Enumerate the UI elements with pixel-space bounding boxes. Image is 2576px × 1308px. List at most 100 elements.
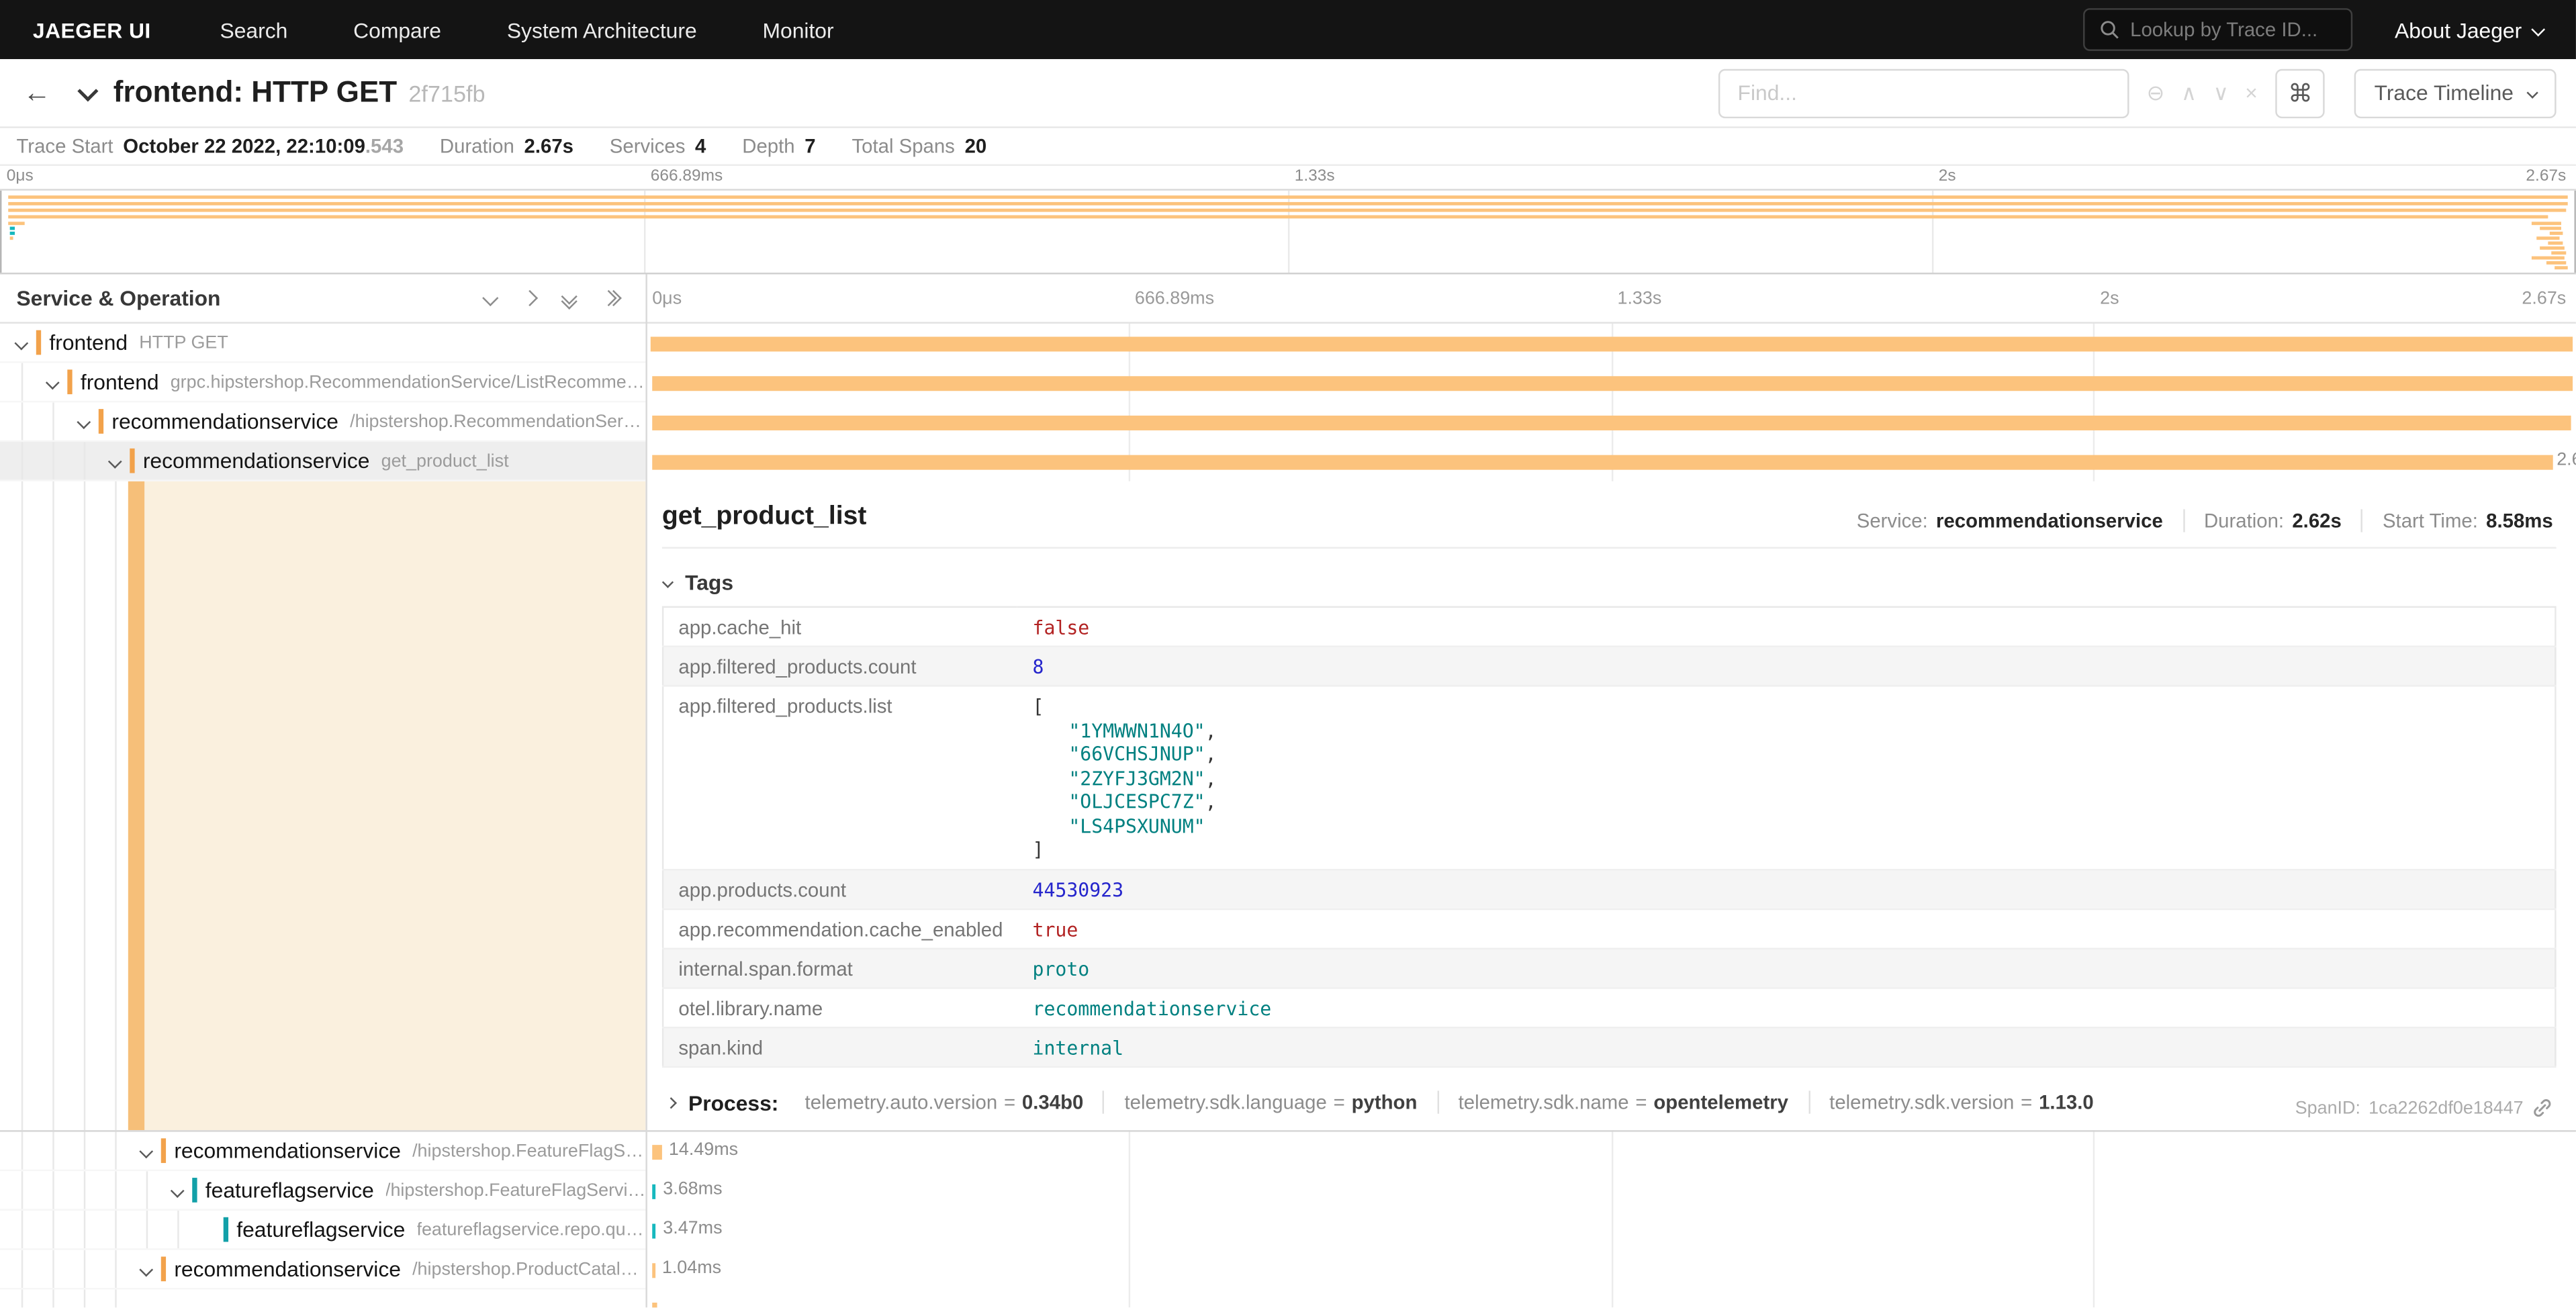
- span-collapse-chevron[interactable]: [69, 416, 99, 426]
- nav-item-search[interactable]: Search: [187, 17, 321, 42]
- span-name-cell[interactable]: featureflagservice /hipstershop.FeatureF…: [0, 1171, 645, 1211]
- span-track[interactable]: 3.68ms: [645, 1171, 2576, 1211]
- span-row-frontend-grpc: frontend grpc.hipstershop.Recommendation…: [0, 363, 2576, 403]
- span-duration-bar[interactable]: [652, 1303, 658, 1307]
- span-duration-bar[interactable]: [652, 1145, 663, 1160]
- nav-item-system-architecture[interactable]: System Architecture: [474, 17, 730, 42]
- tag-value: 8: [1018, 647, 2556, 686]
- span-track[interactable]: [645, 1289, 2576, 1307]
- span-track[interactable]: [645, 363, 2576, 403]
- span-name-cell[interactable]: frontend HTTP GET: [0, 324, 645, 363]
- span-name-cell[interactable]: [0, 1289, 645, 1307]
- tree-indent-guide: [7, 402, 38, 440]
- process-section-toggle[interactable]: Process: telemetry.auto.version=0.34b0 t…: [662, 1090, 2557, 1115]
- span-detail-panel: get_product_list Service:recommendations…: [645, 481, 2576, 1130]
- collapse-header-chevron-icon[interactable]: [77, 81, 98, 101]
- tree-indent-guide: [7, 1250, 38, 1288]
- span-row-get-product-list: recommendationservice get_product_list 2…: [0, 442, 2576, 481]
- find-prev-icon[interactable]: ∧: [2181, 80, 2197, 106]
- minimap-span-bar: [2551, 251, 2565, 254]
- chevron-down-icon: [46, 375, 60, 389]
- collapse-all-button[interactable]: [563, 290, 575, 306]
- span-name-cell[interactable]: recommendationservice get_product_list: [0, 442, 645, 481]
- column-divider[interactable]: [645, 275, 647, 1308]
- process-kv: telemetry.auto.version=0.34b0: [785, 1090, 1103, 1113]
- tree-indent-guide: [38, 1211, 68, 1248]
- summary-trace-start: Trace StartOctober 22 2022, 22:10:09.543: [16, 135, 404, 158]
- expand-all-button[interactable]: [603, 292, 619, 303]
- span-track[interactable]: [645, 402, 2576, 442]
- span-duration-bar[interactable]: [652, 1224, 655, 1239]
- span-duration-bar[interactable]: [651, 416, 2571, 430]
- nav-item-monitor[interactable]: Monitor: [730, 17, 867, 42]
- trace-view-selector[interactable]: Trace Timeline: [2354, 68, 2556, 118]
- selected-span-highlight: [144, 481, 645, 1130]
- minimap-span-bar: [2540, 227, 2561, 230]
- span-service-name: recommendationservice: [130, 449, 369, 473]
- span-name-cell[interactable]: recommendationservice /hipstershop.Produ…: [0, 1250, 645, 1290]
- find-next-icon[interactable]: ∨: [2213, 80, 2229, 106]
- tree-indent-guide: [100, 1211, 131, 1248]
- tag-key: app.products.count: [663, 869, 1017, 908]
- trace-id-short: 2f715fb: [408, 80, 485, 106]
- span-name-cell[interactable]: frontend grpc.hipstershop.Recommendation…: [0, 363, 645, 403]
- span-track[interactable]: 2.62s: [645, 442, 2576, 481]
- span-collapse-chevron[interactable]: [132, 1146, 161, 1156]
- minimap-span-bar: [10, 227, 15, 230]
- about-jaeger-menu[interactable]: About Jaeger: [2395, 17, 2543, 42]
- span-service-name: recommendationservice: [161, 1256, 401, 1281]
- span-detail-header: get_product_list Service:recommendations…: [662, 503, 2557, 549]
- tag-row: app.products.count 44530923: [663, 869, 2555, 908]
- back-button[interactable]: ←: [23, 77, 51, 109]
- span-collapse-chevron[interactable]: [7, 338, 36, 348]
- minimap-span-bar: [2546, 261, 2566, 265]
- tree-indent-guide: [7, 1171, 38, 1209]
- span-service-name: recommendationservice: [161, 1138, 401, 1163]
- tag-value: 44530923: [1018, 869, 2556, 908]
- tree-indent-guide: [84, 481, 85, 1130]
- span-operation-name: featureflagservice.repo.query:fe…: [416, 1219, 645, 1239]
- deep-link-icon[interactable]: [2532, 1097, 2553, 1119]
- trace-lookup[interactable]: [2082, 8, 2352, 51]
- span-name-cell[interactable]: recommendationservice /hipstershop.Recom…: [0, 402, 645, 442]
- span-track[interactable]: 1.04ms: [645, 1250, 2576, 1290]
- span-track[interactable]: 14.49ms: [645, 1132, 2576, 1172]
- collapse-one-button[interactable]: [485, 292, 496, 303]
- minimap-range-handle-left[interactable]: [0, 191, 1, 273]
- span-duration-bar[interactable]: [652, 455, 2553, 470]
- span-duration-bar[interactable]: [651, 376, 2573, 391]
- find-clear-icon[interactable]: ×: [2245, 81, 2258, 105]
- tree-indent-guide: [163, 1211, 193, 1248]
- span-track[interactable]: [645, 324, 2576, 363]
- nav-item-compare[interactable]: Compare: [320, 17, 474, 42]
- span-name-cell[interactable]: recommendationservice /hipstershop.Featu…: [0, 1132, 645, 1172]
- expand-one-button[interactable]: [524, 292, 535, 303]
- span-duration-bar[interactable]: [651, 337, 2573, 352]
- span-collapse-chevron[interactable]: [38, 377, 67, 387]
- json-list-item: "LS4PSXUNUM": [1033, 814, 2540, 837]
- tree-indent-guide: [132, 1171, 163, 1209]
- span-name-cell[interactable]: featureflagservice featureflagservice.re…: [0, 1211, 645, 1250]
- span-operation-name: get_product_list: [381, 451, 509, 471]
- span-track[interactable]: 3.47ms: [645, 1211, 2576, 1250]
- tree-indent-guide: [7, 442, 38, 479]
- minimap-canvas[interactable]: [0, 189, 2576, 274]
- service-operation-header: Service & Operation: [0, 275, 645, 322]
- span-collapse-chevron[interactable]: [100, 456, 130, 466]
- span-collapse-chevron[interactable]: [132, 1264, 161, 1274]
- span-duration-bar[interactable]: [652, 1184, 656, 1199]
- find-results-icon[interactable]: ⊖: [2147, 80, 2165, 106]
- tag-key: app.filtered_products.list: [663, 686, 1017, 869]
- find-input[interactable]: [1718, 68, 2129, 118]
- tag-value: internal: [1018, 1027, 2556, 1066]
- json-bracket: ]: [1033, 838, 2540, 861]
- span-detail-title: get_product_list: [662, 503, 867, 532]
- trace-id-lookup-input[interactable]: [2130, 18, 2336, 41]
- tag-row: app.cache_hit false: [663, 607, 2555, 647]
- about-jaeger-label: About Jaeger: [2395, 17, 2522, 42]
- keyboard-shortcuts-button[interactable]: ⌘: [2276, 68, 2325, 118]
- tree-indent-guide: [100, 1132, 131, 1170]
- tags-section-toggle[interactable]: Tags: [663, 570, 2556, 595]
- span-duration-bar[interactable]: [652, 1263, 655, 1278]
- span-collapse-chevron[interactable]: [163, 1185, 192, 1195]
